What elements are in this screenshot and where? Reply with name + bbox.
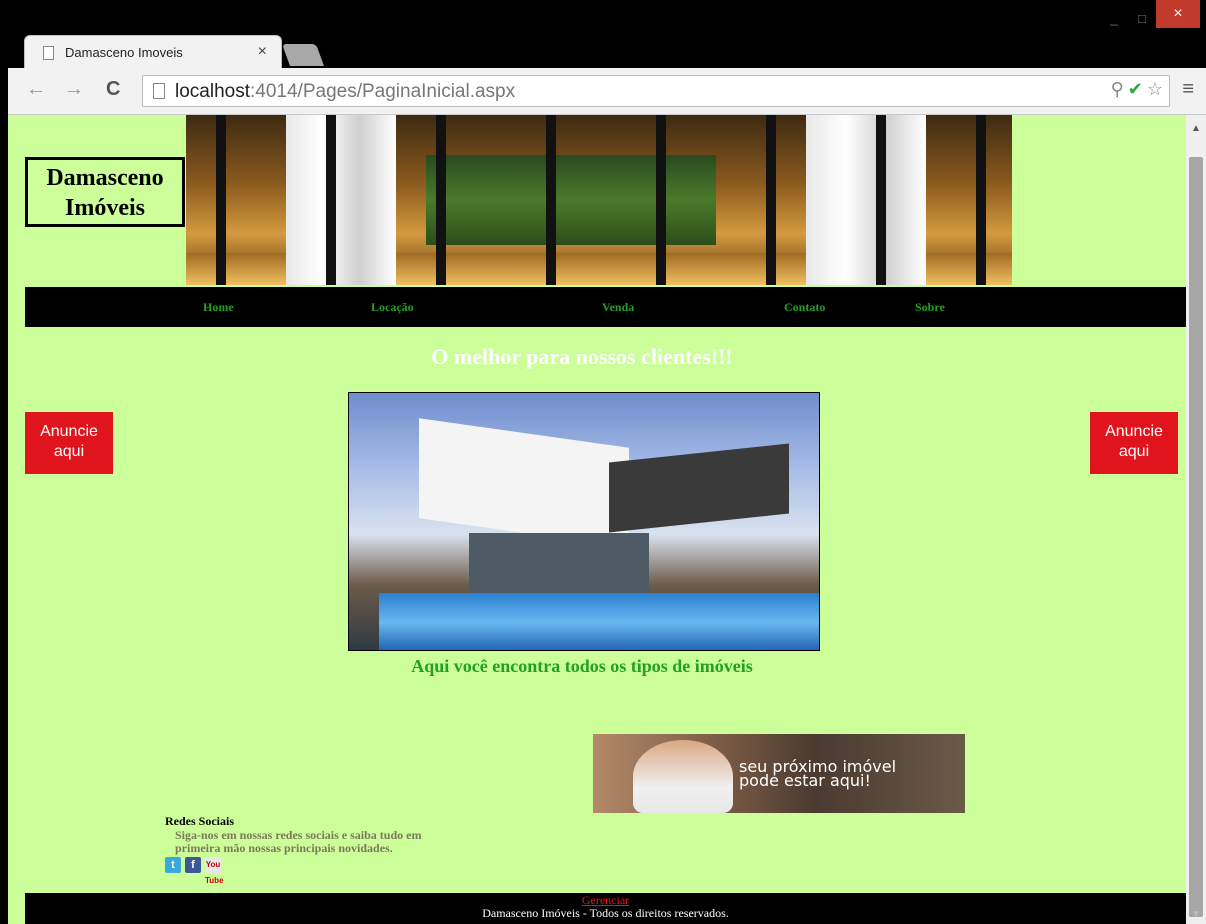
window-border (0, 0, 8, 924)
forward-arrow-icon[interactable]: → (64, 78, 84, 101)
social-title: Redes Sociais (165, 814, 234, 828)
promo-banner[interactable]: seu próximo imóvel pode estar aqui! (593, 734, 965, 813)
couple-photo (633, 740, 733, 813)
facebook-icon[interactable]: f (185, 857, 201, 873)
tagline: Aqui você encontra todos os tipos de imó… (411, 656, 753, 676)
logo-line2: Imóveis (65, 195, 145, 221)
scroll-thumb[interactable] (1189, 157, 1203, 917)
close-window-button[interactable]: × (1156, 0, 1200, 28)
page-viewport: Damasceno Imóveis Home Locação Venda Con… (8, 115, 1186, 924)
logo-line1: Damasceno (46, 165, 164, 191)
page-icon (43, 46, 54, 60)
browser-tab[interactable]: Damasceno Imoveis × (24, 35, 282, 69)
window-controls: _ □ × (1100, 0, 1200, 30)
tab-title: Damasceno Imoveis (65, 45, 183, 60)
minimize-button[interactable]: _ (1100, 8, 1128, 30)
nav-locacao[interactable]: Locação (371, 300, 414, 315)
youtube-icon[interactable]: You Tube (205, 857, 224, 885)
social-description: Siga-nos em nossas redes sociais e saiba… (175, 828, 422, 855)
bookmark-star-icon[interactable]: ☆ (1147, 79, 1163, 100)
main-nav: Home Locação Venda Contato Sobre (25, 287, 1186, 327)
menu-icon[interactable]: ≡ (1182, 78, 1194, 101)
vertical-scrollbar[interactable]: ▲ ▼ (1186, 115, 1206, 924)
featured-house-photo (348, 392, 820, 651)
footer: Gerenciar Damasceno Imóveis - Todos os d… (25, 893, 1186, 924)
social-section: Redes Sociais Siga-nos em nossas redes s… (165, 814, 455, 885)
site-logo[interactable]: Damasceno Imóveis (25, 157, 185, 227)
page-headline: O melhor para nossos clientes!!! (431, 344, 733, 369)
page-icon (153, 83, 165, 99)
twitter-icon[interactable]: t (165, 857, 181, 873)
maximize-button[interactable]: □ (1128, 8, 1156, 30)
scroll-up-icon[interactable]: ▲ (1191, 123, 1201, 134)
check-circle-icon[interactable]: ✔ (1128, 79, 1143, 100)
scroll-down-icon[interactable]: ▼ (1191, 909, 1201, 920)
back-arrow-icon[interactable]: ← (26, 78, 46, 101)
nav-venda[interactable]: Venda (602, 300, 634, 315)
nav-home[interactable]: Home (203, 300, 234, 315)
copyright-text: Damasceno Imóveis - Todos os direitos re… (482, 906, 729, 920)
zoom-icon[interactable]: ⚲ (1111, 79, 1124, 100)
social-icons: t f You Tube (165, 857, 455, 885)
reload-icon[interactable]: C (106, 78, 120, 101)
tab-close-icon[interactable]: × (258, 43, 267, 61)
banner-text: seu próximo imóvel pode estar aqui! (739, 757, 897, 790)
nav-contato[interactable]: Contato (784, 300, 825, 315)
ad-right-button[interactable]: Anuncie aqui (1090, 412, 1178, 474)
ad-left-button[interactable]: Anuncie aqui (25, 412, 113, 474)
header-interior-photo (186, 115, 1012, 285)
url-text[interactable]: localhost:4014/Pages/PaginaInicial.aspx (175, 81, 515, 103)
address-bar[interactable]: localhost:4014/Pages/PaginaInicial.aspx … (142, 75, 1170, 107)
browser-toolbar: ← → C localhost:4014/Pages/PaginaInicial… (8, 68, 1206, 115)
nav-sobre[interactable]: Sobre (915, 300, 945, 315)
address-bar-icons: ⚲ ✔ ☆ (1111, 79, 1163, 100)
